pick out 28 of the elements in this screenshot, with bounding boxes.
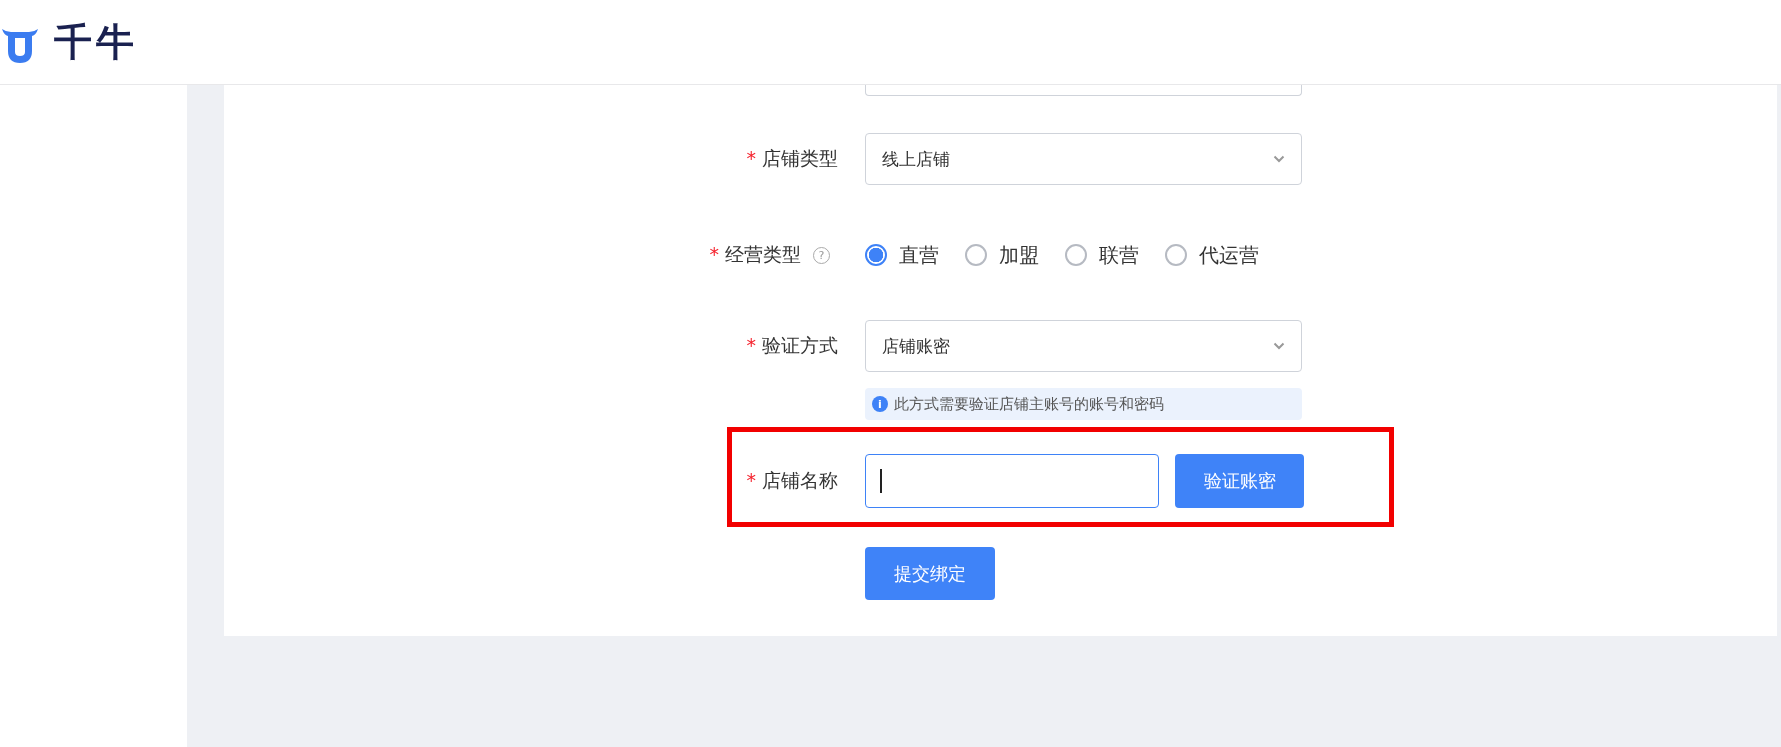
logo-text: 千牛 bbox=[54, 18, 138, 66]
radio-button[interactable] bbox=[965, 244, 987, 266]
radio-option[interactable]: 联营 bbox=[1065, 241, 1139, 269]
chevron-down-icon bbox=[1273, 155, 1285, 163]
radio-option[interactable]: 代运营 bbox=[1165, 241, 1259, 269]
dropdown-value: 店铺账密 bbox=[882, 334, 950, 358]
chevron-down-icon bbox=[1273, 342, 1285, 350]
required-mark: * bbox=[746, 334, 756, 356]
submit-button[interactable]: 提交绑定 bbox=[865, 547, 995, 600]
required-mark: * bbox=[746, 469, 756, 491]
dropdown-value: 线上店铺 bbox=[882, 147, 950, 171]
field-label: * 经营类型 bbox=[709, 242, 801, 267]
dropdown[interactable]: 店铺账密 bbox=[865, 320, 1302, 372]
radio-option[interactable]: 直营 bbox=[865, 241, 939, 269]
field-label: * 店铺名称 bbox=[746, 468, 838, 493]
verify-button[interactable]: 验证账密 bbox=[1175, 454, 1304, 508]
required-mark: * bbox=[746, 147, 756, 169]
text-cursor bbox=[880, 469, 882, 493]
field-label: * 验证方式 bbox=[746, 333, 838, 358]
radio-button[interactable] bbox=[1065, 244, 1087, 266]
dropdown[interactable]: 线上店铺 bbox=[865, 133, 1302, 185]
required-mark: * bbox=[709, 243, 719, 265]
radio-button[interactable] bbox=[865, 244, 887, 266]
radio-option[interactable]: 加盟 bbox=[965, 241, 1039, 269]
info-icon: i bbox=[872, 396, 888, 412]
radio-button[interactable] bbox=[1165, 244, 1187, 266]
field-label: * 店铺类型 bbox=[746, 146, 838, 171]
hint-text: 此方式需要验证店铺主账号的账号和密码 bbox=[894, 394, 1164, 414]
